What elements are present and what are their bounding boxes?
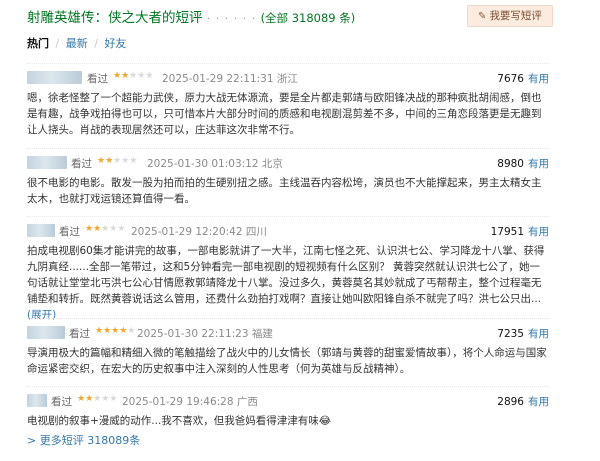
vote-count: 17951	[490, 226, 524, 238]
star-empty-icon: ★	[129, 156, 138, 166]
star-filled-icon: ★	[113, 71, 122, 81]
short-reviews-page: 射雕英雄传：侠之大者的短评 · · · · · · (全部 318089 条) …	[0, 0, 600, 461]
title-text[interactable]: 射雕英雄传：侠之大者的短评	[27, 10, 203, 26]
more-reviews-link[interactable]: > 更多短评 318089条	[27, 432, 140, 448]
useful-button[interactable]: 有用	[528, 158, 549, 170]
comment-meta: 看过 ★★★★★ 2025-01-29 19:46:28 广西 2896 有用	[27, 394, 549, 409]
vote-count: 7676	[497, 73, 524, 85]
star-filled-icon: ★	[97, 156, 106, 166]
useful-button[interactable]: 有用	[528, 73, 549, 85]
comment-item: 看过 ★★★★★ 2025-01-29 22:11:31 浙江 7676 有用 嗯…	[27, 71, 549, 138]
vote-area: 2896 有用	[497, 394, 549, 409]
useful-button[interactable]: 有用	[528, 396, 549, 408]
time-text: 2025-01-29 12:20:42	[131, 226, 243, 238]
divider	[27, 216, 549, 217]
vote-area: 8980 有用	[497, 156, 549, 171]
rating-stars: ★★★★★	[85, 224, 125, 234]
star-filled-icon: ★	[85, 394, 94, 404]
comment-time: 2025-01-29 19:46:28 广西	[122, 394, 258, 409]
comment-item: 看过 ★★★★★ 2025-01-29 12:20:42 四川 17951 有用 …	[27, 224, 549, 323]
username-avatar-blurred[interactable]	[27, 394, 47, 407]
username-avatar-blurred[interactable]	[27, 224, 55, 237]
comment-text: 很不电影的电影。散发一股为拍而拍的生硬别扭之感。主线温吞内容松垮，演员也不大能撑…	[27, 177, 542, 205]
star-filled-icon: ★	[105, 156, 114, 166]
comment-text: 导演用极大的篇幅和精细入微的笔触描绘了战火中的儿女情长（郭靖与黄蓉的甜蜜爱情故事…	[27, 347, 547, 375]
title-dots: · · · · · ·	[206, 12, 257, 25]
username-avatar-blurred[interactable]	[27, 71, 82, 84]
rating-stars: ★★★★★	[95, 326, 135, 336]
time-text: 2025-01-29 19:46:28	[122, 396, 234, 408]
comment-time: 2025-01-29 22:11:31 浙江	[162, 71, 298, 86]
write-review-label: 我要写短评	[489, 10, 542, 22]
comment-item: 看过 ★★★★★ 2025-01-29 19:46:28 广西 2896 有用 电…	[27, 394, 549, 429]
tab-hot[interactable]: 热门	[27, 37, 49, 50]
location-text: 四川	[245, 226, 267, 238]
rating-stars: ★★★★★	[77, 394, 117, 404]
sort-tabs: 热门 / 最新 / 好友	[27, 35, 126, 51]
comment-text: 拍成电视剧60集才能讲完的故事，一部电影就讲了一大半，江南七怪之死、认识洪七公、…	[27, 243, 549, 323]
time-text: 2025-01-30 22:11:23	[137, 328, 249, 340]
expand-link[interactable]: (展开)	[27, 309, 56, 321]
time-text: 2025-01-29 22:11:31	[162, 73, 274, 85]
star-filled-icon: ★	[85, 224, 94, 234]
watch-status: 看过	[71, 158, 92, 170]
time-text: 2025-01-30 01:03:12	[147, 158, 259, 170]
useful-button[interactable]: 有用	[528, 328, 549, 340]
tab-latest[interactable]: 最新	[66, 37, 88, 50]
star-empty-icon: ★	[117, 224, 126, 234]
star-filled-icon: ★	[77, 394, 86, 404]
divider	[27, 63, 549, 64]
pencil-icon: ✎	[478, 11, 487, 22]
section-title: 射雕英雄传：侠之大者的短评 · · · · · · (全部 318089 条)	[27, 6, 355, 26]
write-review-button[interactable]: ✎ 我要写短评	[467, 5, 553, 27]
tab-friends[interactable]: 好友	[104, 37, 126, 50]
watch-status: 看过	[59, 226, 80, 238]
comment-meta: 看过 ★★★★★ 2025-01-30 22:11:23 福建 7235 有用	[27, 326, 549, 341]
location-text: 北京	[261, 158, 283, 170]
comment-meta: 看过 ★★★★★ 2025-01-30 01:03:12 北京 8980 有用	[27, 156, 549, 171]
vote-area: 7676 有用	[497, 71, 549, 86]
location-text: 广西	[236, 396, 258, 408]
comment-item: 看过 ★★★★★ 2025-01-30 01:03:12 北京 8980 有用 很…	[27, 156, 549, 207]
star-empty-icon: ★	[109, 394, 118, 404]
rating-stars: ★★★★★	[113, 71, 153, 81]
vote-area: 17951 有用	[491, 224, 549, 239]
star-empty-icon: ★	[127, 326, 136, 336]
watch-status: 看过	[69, 328, 90, 340]
rating-stars: ★★★★★	[97, 156, 137, 166]
location-text: 浙江	[276, 73, 298, 85]
comment-meta: 看过 ★★★★★ 2025-01-29 22:11:31 浙江 7676 有用	[27, 71, 549, 86]
useful-button[interactable]: 有用	[528, 226, 549, 238]
tab-separator: /	[94, 37, 98, 50]
tab-separator: /	[55, 37, 60, 50]
divider	[27, 318, 549, 319]
watch-status: 看过	[51, 396, 72, 408]
vote-count: 2896	[497, 396, 524, 408]
username-avatar-blurred[interactable]	[27, 326, 65, 339]
comment-time: 2025-01-30 22:11:23 福建	[137, 326, 273, 341]
comment-meta: 看过 ★★★★★ 2025-01-29 12:20:42 四川 17951 有用	[27, 224, 549, 239]
star-empty-icon: ★	[145, 71, 154, 81]
watch-status: 看过	[87, 73, 108, 85]
username-avatar-blurred[interactable]	[27, 156, 67, 169]
star-filled-icon: ★	[103, 326, 112, 336]
section-header: 射雕英雄传：侠之大者的短评 · · · · · · (全部 318089 条) …	[0, 0, 600, 34]
comment-text: 电视剧的叙事+漫威的动作...我不喜欢，但我爸妈看得津津有味😂	[27, 415, 332, 427]
star-filled-icon: ★	[95, 326, 104, 336]
vote-area: 7235 有用	[497, 326, 549, 341]
divider	[27, 386, 549, 387]
comment-item: 看过 ★★★★★ 2025-01-30 22:11:23 福建 7235 有用 导…	[27, 326, 549, 377]
comment-time: 2025-01-29 12:20:42 四川	[131, 224, 267, 239]
comment-text-body: 拍成电视剧60集才能讲完的故事，一部电影就讲了一大半，江南七怪之死、认识洪七公、…	[27, 245, 545, 305]
comment-time: 2025-01-30 01:03:12 北京	[147, 156, 283, 171]
star-filled-icon: ★	[121, 71, 130, 81]
vote-count: 8980	[497, 158, 524, 170]
comment-text: 嗯，徐老怪整了一个超能力武侠，原力大战无体源流，要是全片都走郭靖与欧阳锋决战的那…	[27, 92, 542, 136]
star-filled-icon: ★	[93, 224, 102, 234]
divider	[27, 148, 549, 149]
vote-count: 7235	[497, 328, 524, 340]
total-count-link[interactable]: (全部 318089 条)	[261, 11, 356, 25]
location-text: 福建	[251, 328, 273, 340]
